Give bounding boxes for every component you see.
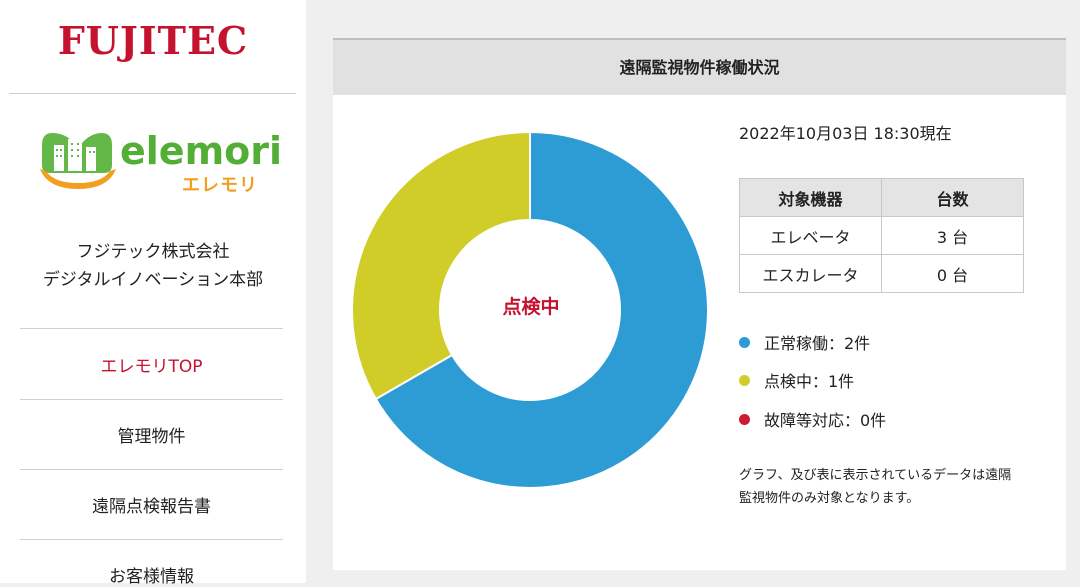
nav-item-remote-inspection-report[interactable]: 遠隔点検報告書 xyxy=(20,492,283,517)
company-name: フジテック株式会社 デジタルイノベーション本部 xyxy=(0,238,306,294)
company-line-1: フジテック株式会社 xyxy=(76,242,230,262)
panel-title: 遠隔監視物件稼働状況 xyxy=(333,40,1066,95)
device-count: 0 台 xyxy=(881,254,1024,293)
legend-label: 故障等対応：0件 xyxy=(764,411,887,430)
device-count-table: 対象機器 台数 エレベータ 3 台 エスカレータ 0 台 xyxy=(739,178,1024,293)
nav-item-managed-properties[interactable]: 管理物件 xyxy=(20,422,283,447)
device-name: エスカレータ xyxy=(739,254,882,293)
elemori-building-icon xyxy=(40,133,116,189)
elemori-wordmark: elemori xyxy=(120,129,283,173)
legend-item-inspecting: 点検中：1件 xyxy=(739,368,854,392)
legend-label: 正常稼働：2件 xyxy=(764,334,871,353)
legend-label: 点検中：1件 xyxy=(764,372,855,391)
table-row: エレベータ 3 台 xyxy=(739,216,1024,255)
elemori-kana: エレモリ xyxy=(182,175,258,196)
nav-item-elemori-top[interactable]: エレモリTOP xyxy=(20,352,283,377)
legend-dot-icon xyxy=(739,414,750,425)
device-count: 3 台 xyxy=(881,216,1024,255)
data-scope-note: グラフ、及び表に表示されているデータは遠隔監視物件のみ対象となります。 xyxy=(739,468,1012,506)
device-name: エレベータ xyxy=(739,216,882,255)
donut-slice-2[interactable] xyxy=(351,130,531,401)
legend-item-normal: 正常稼働：2件 xyxy=(739,330,870,354)
legend-item-fault: 故障等対応：0件 xyxy=(739,407,886,431)
elemori-logo[interactable]: elemori エレモリ xyxy=(38,127,282,196)
sidebar: FUJITEC elemori エレモリ フジテック株式会社 デジタルイノベーシ… xyxy=(0,0,306,587)
company-line-2: デジタルイノベーション本部 xyxy=(42,270,264,290)
donut-center-label: 点検中 xyxy=(502,296,560,318)
nav-item-customer-info[interactable]: お客様情報 xyxy=(20,562,283,587)
legend-dot-icon xyxy=(739,375,750,386)
status-timestamp: 2022年10月03日 18:30現在 xyxy=(739,124,952,143)
legend-dot-icon xyxy=(739,337,750,348)
fujitec-logo[interactable]: FUJITEC xyxy=(0,18,306,63)
table-header-row: 対象機器 台数 xyxy=(739,178,1024,217)
nav-divider xyxy=(20,539,283,540)
column-header-device: 対象機器 xyxy=(739,178,882,217)
nav-divider xyxy=(20,469,283,470)
table-row: エスカレータ 0 台 xyxy=(739,254,1024,293)
nav-divider xyxy=(20,328,283,329)
nav-divider xyxy=(20,399,283,400)
operation-status-panel: 遠隔監視物件稼働状況 点検中 2022年10月03日 18:30現在 対象機器 … xyxy=(333,38,1066,570)
column-header-count: 台数 xyxy=(881,178,1024,217)
divider xyxy=(9,93,296,94)
